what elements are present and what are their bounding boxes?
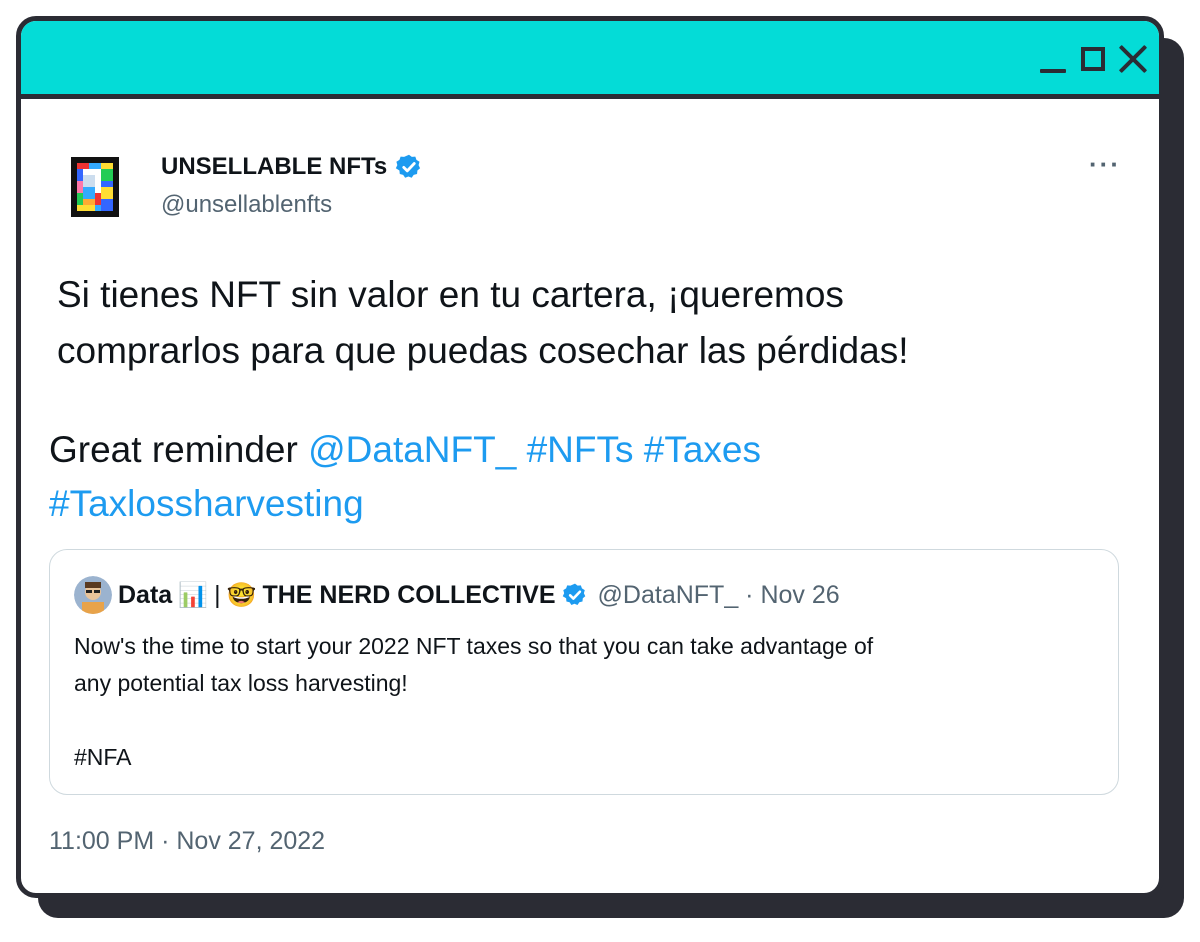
verified-badge-icon	[396, 154, 421, 178]
app-window: UNSELLABLE NFTs @unsellablenfts ··· Si t…	[16, 16, 1164, 898]
avatar[interactable]	[71, 157, 119, 217]
tweet-body-english: Great reminder @DataNFT_ #NFTs #Taxes #T…	[49, 423, 1129, 531]
chart-emoji-icon: 📊	[178, 581, 209, 609]
maximize-icon[interactable]	[1077, 43, 1109, 75]
hashtag-link[interactable]: #Taxlossharvesting	[49, 483, 364, 524]
tweet-text: Great reminder	[49, 429, 309, 470]
quoted-name-collective[interactable]: THE NERD COLLECTIVE	[262, 581, 555, 610]
quoted-avatar[interactable]	[74, 576, 112, 614]
window-titlebar	[21, 21, 1159, 99]
tweet-line-2: comprarlos para que puedas cosechar las …	[57, 330, 909, 371]
hashtag-link[interactable]: #Taxes	[644, 429, 761, 470]
user-handle[interactable]: @unsellablenfts	[161, 191, 332, 219]
more-options-icon[interactable]: ···	[1089, 149, 1121, 180]
minimize-icon[interactable]	[1037, 43, 1069, 75]
nerd-emoji-icon: 🤓	[226, 581, 257, 609]
close-icon[interactable]	[1117, 43, 1149, 75]
mention-link[interactable]: @DataNFT_	[308, 429, 516, 470]
tweet-body-spanish: Si tienes NFT sin valor en tu cartera, ¡…	[57, 267, 1137, 379]
quoted-name[interactable]: Data	[118, 581, 172, 610]
quoted-tweet-header: Data 📊 | 🤓 THE NERD COLLECTIVE @DataNFT_…	[74, 576, 1094, 614]
quoted-tweet-text: Now's the time to start your 2022 NFT ta…	[74, 633, 874, 770]
tweet-line-1: Si tienes NFT sin valor en tu cartera, ¡…	[57, 274, 844, 315]
display-name-text[interactable]: UNSELLABLE NFTs	[161, 153, 387, 181]
quoted-handle-date[interactable]: @DataNFT_ · Nov 26	[598, 581, 840, 610]
hashtag-link[interactable]: #NFTs	[527, 429, 634, 470]
name-separator: |	[214, 580, 221, 609]
quoted-tweet[interactable]: Data 📊 | 🤓 THE NERD COLLECTIVE @DataNFT_…	[49, 549, 1119, 795]
display-name[interactable]: UNSELLABLE NFTs	[161, 153, 423, 181]
verified-badge-icon	[562, 583, 585, 605]
window-controls	[1037, 43, 1149, 75]
tweet-timestamp[interactable]: 11:00 PM · Nov 27, 2022	[49, 827, 325, 856]
